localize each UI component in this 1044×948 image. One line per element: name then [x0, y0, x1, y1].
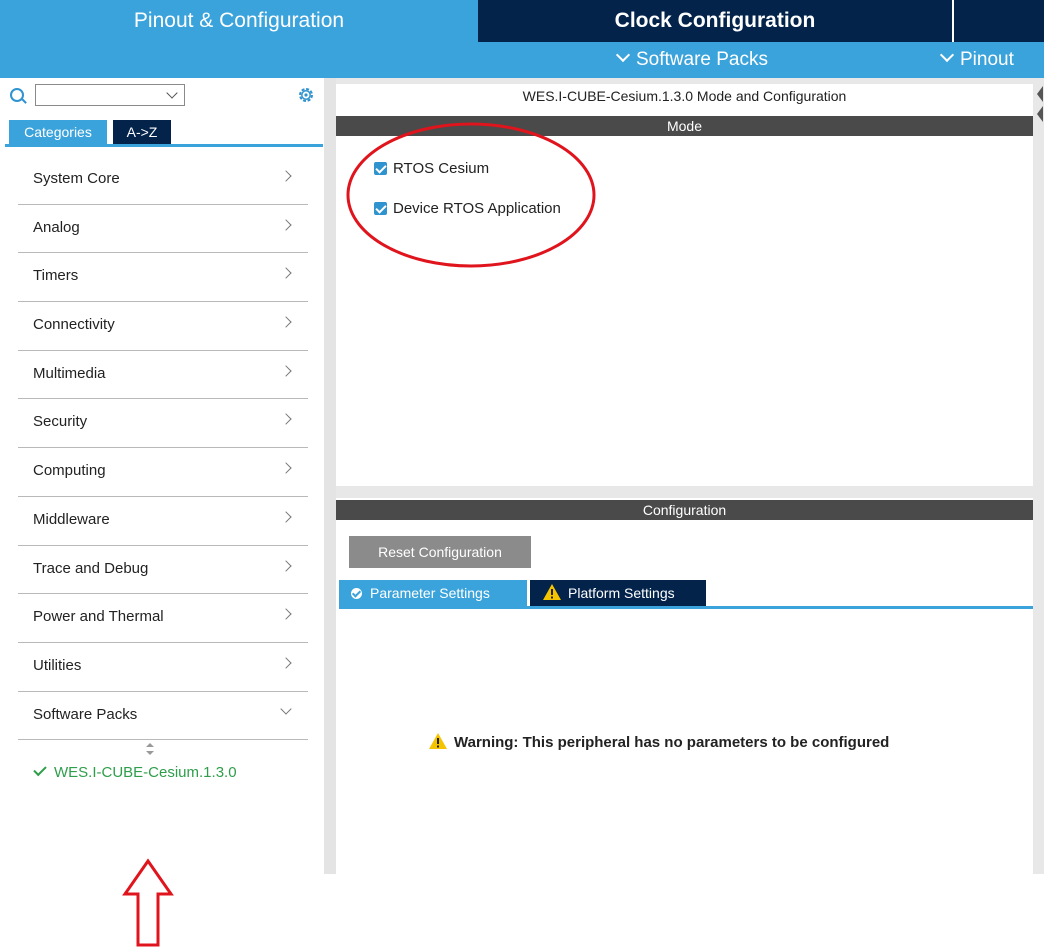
pinout-label: Pinout — [960, 49, 1014, 70]
category-label: Power and Thermal — [33, 608, 164, 626]
category-list: System Core Analog Timers Connectivity M… — [18, 156, 308, 741]
tab-extra[interactable] — [954, 0, 1044, 42]
chevron-right-icon — [280, 365, 292, 377]
chevron-down-icon[interactable] — [166, 87, 178, 99]
category-item-power-and-thermal[interactable]: Power and Thermal — [18, 594, 308, 643]
tab-pinout-configuration[interactable]: Pinout & Configuration — [0, 0, 478, 42]
sub-toolbar: Software Packs Pinout — [0, 42, 1044, 78]
search-input[interactable] — [35, 84, 185, 106]
config-tab-underline — [339, 606, 1033, 609]
sort-icon[interactable] — [145, 743, 155, 755]
category-item-computing[interactable]: Computing — [18, 448, 308, 497]
category-item-connectivity[interactable]: Connectivity — [18, 302, 308, 351]
category-tab-underline — [5, 144, 323, 147]
category-label: Multimedia — [33, 364, 106, 382]
chevron-right-icon — [280, 657, 292, 669]
chevron-right-icon — [280, 608, 292, 620]
platform-settings-label: Platform Settings — [568, 585, 675, 601]
category-item-system-core[interactable]: System Core — [18, 156, 308, 205]
annotation-up-arrow-icon — [122, 858, 174, 947]
reset-configuration-button[interactable]: Reset Configuration — [349, 536, 531, 568]
category-label: Analog — [33, 218, 80, 236]
chevron-right-icon — [280, 462, 292, 474]
category-label: Utilities — [33, 656, 82, 674]
category-item-multimedia[interactable]: Multimedia — [18, 351, 308, 400]
gear-icon[interactable] — [297, 86, 315, 104]
right-collapse-strip — [1033, 84, 1044, 874]
chevron-right-icon — [280, 511, 292, 523]
tab-parameter-settings[interactable]: Parameter Settings — [339, 580, 527, 606]
chevron-right-icon — [280, 413, 292, 426]
annotation-ellipse — [346, 122, 596, 268]
warning-icon — [543, 584, 561, 600]
check-icon — [33, 762, 47, 777]
chevron-left-icon[interactable] — [1035, 84, 1043, 124]
sidebar-scrollbar[interactable] — [324, 78, 336, 874]
tab-a-to-z[interactable]: A->Z — [113, 120, 171, 144]
no-parameters-warning: Warning: This peripheral has no paramete… — [428, 732, 889, 751]
chevron-right-icon — [280, 170, 292, 182]
category-label: System Core — [33, 170, 120, 187]
category-label: Connectivity — [33, 316, 115, 334]
software-pack-label: WES.I-CUBE-Cesium.1.3.0 — [54, 764, 237, 781]
chevron-down-icon — [280, 702, 292, 715]
search-icon[interactable] — [10, 88, 24, 102]
category-label: Computing — [33, 462, 106, 480]
tab-clock-configuration[interactable]: Clock Configuration — [478, 0, 952, 42]
warning-text: Warning: This peripheral has no paramete… — [454, 734, 890, 751]
category-label: Timers — [33, 267, 79, 285]
tab-platform-settings[interactable]: Platform Settings — [530, 580, 706, 606]
category-label: Trace and Debug — [33, 559, 149, 577]
category-item-middleware[interactable]: Middleware — [18, 497, 308, 546]
categories-sidebar: Categories A->Z System Core Analog Timer… — [0, 78, 329, 947]
software-pack-item[interactable]: WES.I-CUBE-Cesium.1.3.0 — [33, 762, 237, 781]
category-item-utilities[interactable]: Utilities — [18, 643, 308, 692]
mode-panel: WES.I-CUBE-Cesium.1.3.0 Mode and Configu… — [336, 84, 1033, 486]
mode-panel-title: WES.I-CUBE-Cesium.1.3.0 Mode and Configu… — [522, 88, 847, 104]
software-packs-label: Software Packs — [636, 49, 768, 70]
parameter-settings-label: Parameter Settings — [370, 585, 490, 601]
category-label: Software Packs — [33, 705, 138, 723]
category-item-security[interactable]: Security — [18, 399, 308, 449]
chevron-right-icon — [280, 559, 292, 572]
category-label: Security — [33, 413, 88, 431]
check-circle-icon — [351, 588, 362, 599]
warning-icon — [429, 733, 447, 749]
chevron-right-icon — [280, 267, 292, 280]
category-item-timers[interactable]: Timers — [18, 253, 308, 303]
category-item-software-packs[interactable]: Software Packs — [18, 692, 308, 741]
chevron-right-icon — [280, 219, 292, 231]
pinout-menu[interactable]: Pinout — [938, 42, 1014, 78]
chevron-down-icon — [939, 47, 955, 63]
category-item-analog[interactable]: Analog — [18, 205, 308, 254]
chevron-right-icon — [280, 316, 292, 328]
category-label: Middleware — [33, 510, 110, 528]
tab-categories[interactable]: Categories — [9, 120, 107, 144]
category-item-trace-and-debug[interactable]: Trace and Debug — [18, 546, 308, 595]
main-tab-bar: Pinout & Configuration Clock Configurati… — [0, 0, 1044, 42]
chevron-down-icon — [615, 47, 631, 63]
configuration-section-header: Configuration — [336, 500, 1033, 520]
configuration-panel: Configuration Reset Configuration Parame… — [336, 498, 1033, 874]
software-packs-menu[interactable]: Software Packs — [614, 42, 768, 78]
